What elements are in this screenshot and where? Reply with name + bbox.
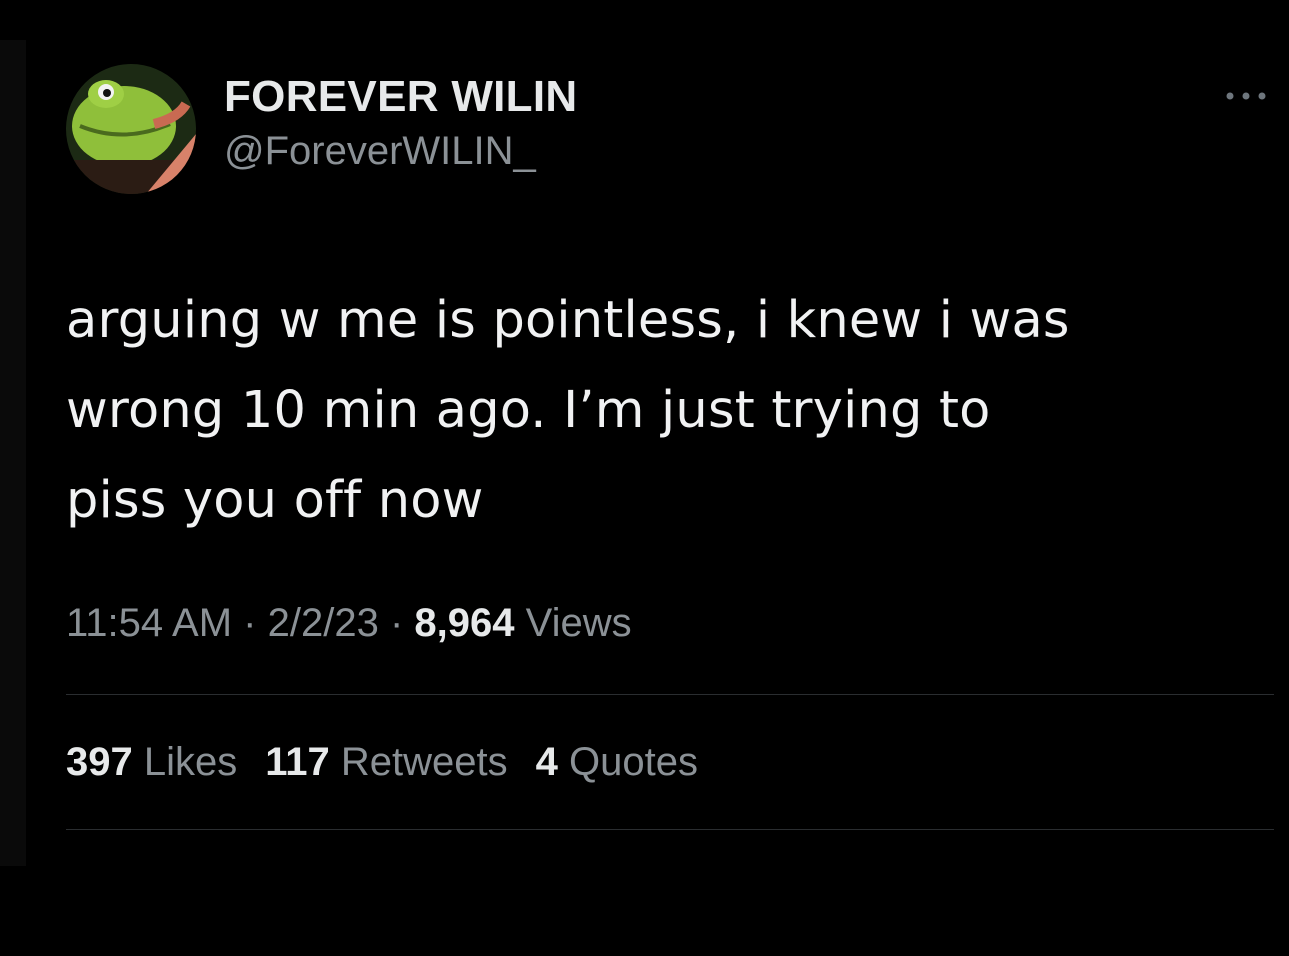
retweets-stat[interactable]: 117 Retweets [265,740,507,785]
likes-stat[interactable]: 397 Likes [66,740,237,785]
tweet-metadata: 11:54 AM · 2/2/23 · 8,964 Views [66,598,1274,648]
tweet-header: FOREVER WILIN @ForeverWILIN_ [66,64,1274,194]
tweet-date[interactable]: 2/2/23 [268,601,379,645]
quotes-label: Quotes [569,739,699,784]
tweet-text-line: arguing w me is pointless, i knew i was [66,291,1070,350]
likes-count: 397 [66,739,133,784]
quotes-stat[interactable]: 4 Quotes [536,740,698,785]
engagement-stats: 397 Likes 117 Retweets 4 Quotes [66,695,1274,829]
retweets-label: Retweets [340,739,508,784]
divider [66,829,1274,830]
tweet-text: arguing w me is pointless, i knew i was … [66,276,1266,546]
left-edge-strip [0,40,26,866]
meta-separator: · [389,601,404,645]
tweet-card: FOREVER WILIN @ForeverWILIN_ arguing w m… [66,64,1274,830]
author-names: FOREVER WILIN @ForeverWILIN_ [224,71,577,175]
likes-label: Likes [143,739,238,784]
tweet-text-line: wrong 10 min ago. I’m just trying to [66,381,991,440]
quotes-count: 4 [535,739,558,784]
more-options-icon[interactable] [1222,88,1270,104]
user-handle[interactable]: @ForeverWILIN_ [224,127,577,175]
retweets-count: 117 [265,739,330,784]
tweet-time[interactable]: 11:54 AM [66,601,232,645]
views-label: Views [525,601,632,645]
views-count: 8,964 [414,601,515,645]
tweet-text-line: piss you off now [66,471,484,530]
display-name[interactable]: FOREVER WILIN [224,71,577,123]
meta-separator: · [243,601,257,645]
frog-avatar-icon[interactable] [66,64,196,194]
